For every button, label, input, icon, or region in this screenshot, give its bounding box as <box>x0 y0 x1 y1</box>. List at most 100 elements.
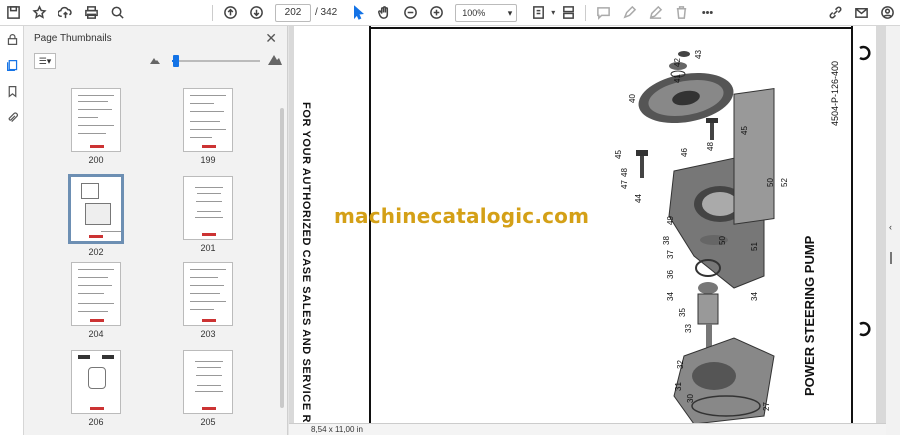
next-page-icon[interactable] <box>243 1 269 25</box>
callout-label: 32 <box>675 360 685 369</box>
divider <box>585 4 587 21</box>
thumbnail-image <box>183 176 233 240</box>
callout-label: 42 <box>672 58 682 67</box>
small-thumbnail-icon <box>150 58 160 64</box>
callout-label: 36 <box>665 270 675 279</box>
upload-cloud-icon[interactable] <box>52 1 78 25</box>
thumbnail-page[interactable]: 203 <box>178 262 238 339</box>
callout-label: 35 <box>677 308 687 317</box>
callout-label: 41 <box>672 74 682 83</box>
callout-label: 34 <box>749 292 759 301</box>
thumbnail-image <box>68 174 124 244</box>
callout-label: 31 <box>673 382 683 391</box>
attachments-icon[interactable] <box>0 104 24 130</box>
thumbnail-label: 206 <box>88 417 104 427</box>
thumbnail-page-selected[interactable]: 202 <box>66 174 126 257</box>
save-icon[interactable] <box>0 1 26 25</box>
thumbnail-label: 202 <box>88 247 104 257</box>
lock-icon[interactable] <box>0 26 24 52</box>
thumbnail-page[interactable]: 201 <box>178 176 238 253</box>
callout-label: 45 <box>613 150 623 159</box>
thumbnail-scrollbar[interactable] <box>278 76 286 435</box>
mail-icon[interactable] <box>848 1 874 25</box>
comment-icon[interactable] <box>590 1 616 25</box>
watermark-text: machinecatalogic.com <box>334 204 590 228</box>
callout-label: 52 <box>779 178 789 187</box>
more-icon[interactable] <box>694 1 720 25</box>
callout-label: 47 <box>619 180 629 189</box>
thumbnail-page[interactable]: 204 <box>66 262 126 339</box>
thumbnail-label: 200 <box>88 155 104 165</box>
thumbnail-image <box>71 262 121 326</box>
bookmark-star-icon[interactable] <box>26 1 52 25</box>
share-link-icon[interactable] <box>822 1 848 25</box>
account-icon[interactable] <box>874 1 900 25</box>
thumbnail-label: 204 <box>88 329 104 339</box>
callout-label: 45 <box>739 126 749 135</box>
callout-label: 40 <box>627 94 637 103</box>
callout-label: 48 <box>705 142 715 151</box>
zoom-in-icon[interactable] <box>423 1 449 25</box>
bookmarks-icon[interactable] <box>0 78 24 104</box>
zoom-level-select[interactable]: 100% <box>455 3 518 22</box>
slider-handle[interactable] <box>173 55 180 67</box>
thumbnail-image <box>183 350 233 414</box>
large-thumbnail-icon <box>268 55 282 65</box>
delete-icon[interactable] <box>668 1 694 25</box>
page-number-input[interactable]: 202 <box>275 3 311 22</box>
document-viewer[interactable]: FOR YOUR AUTHORIZED CASE SALES AND SERVI… <box>289 26 900 435</box>
thumbnail-label: 203 <box>200 329 216 339</box>
thumbnail-image <box>71 88 121 152</box>
hand-pan-icon[interactable] <box>371 1 397 25</box>
thumbnail-page[interactable]: 199 <box>178 88 238 165</box>
callout-label: 48 <box>619 168 629 177</box>
callout-label: 27 <box>761 402 771 411</box>
thumbnail-label: 201 <box>200 243 216 253</box>
thumbnails-panel: Page Thumbnails ✕ ☰▾ 200 199 202 201 204… <box>24 26 288 435</box>
part-title: POWER STEERING PUMP <box>802 235 817 396</box>
page-thumbnails-icon[interactable] <box>0 52 24 78</box>
zoom-out-icon[interactable] <box>397 1 423 25</box>
thumbnail-page[interactable]: 206 <box>66 350 126 427</box>
callout-label: 49 <box>665 216 675 225</box>
draw-icon[interactable] <box>642 1 668 25</box>
thumbnail-image <box>183 262 233 326</box>
callout-label: 38 <box>661 236 671 245</box>
thumbnail-label: 199 <box>200 155 216 165</box>
scroll-mode-icon[interactable] <box>555 1 581 25</box>
highlight-pen-icon[interactable] <box>616 1 642 25</box>
close-icon[interactable]: ✕ <box>265 30 277 47</box>
splitter-handle[interactable] <box>890 252 892 264</box>
callout-label: 50 <box>717 236 727 245</box>
document-page: FOR YOUR AUTHORIZED CASE SALES AND SERVI… <box>294 26 876 424</box>
scrollbar-thumb[interactable] <box>280 108 284 408</box>
previous-page-icon[interactable] <box>217 1 243 25</box>
select-cursor-icon[interactable] <box>345 1 371 25</box>
panel-tools: ☰▾ <box>24 50 287 72</box>
callout-label: 33 <box>683 324 693 333</box>
divider <box>212 4 213 21</box>
thumbnail-grid: 200 199 202 201 204 203 206 205 <box>24 84 278 435</box>
thumbnail-size-slider[interactable] <box>172 55 260 67</box>
chevron-left-icon[interactable]: ‹ <box>889 222 892 232</box>
thumbnail-image <box>71 350 121 414</box>
callout-label: 30 <box>685 394 695 403</box>
callout-label: 43 <box>693 50 703 59</box>
left-rail <box>0 26 24 435</box>
callout-label: 34 <box>665 292 675 301</box>
thumbnail-options-icon[interactable]: ☰▾ <box>34 53 56 69</box>
thumbnail-image <box>183 88 233 152</box>
thumbnail-page[interactable]: 200 <box>66 88 126 165</box>
toolbar: 202 / 342 100% ▾ <box>0 0 900 26</box>
right-panel-toggle[interactable]: ‹ <box>886 26 900 435</box>
thumbnail-page[interactable]: 205 <box>178 350 238 427</box>
callout-label: 44 <box>633 194 643 203</box>
page-size-label: 8,54 x 11,00 in <box>289 423 889 435</box>
zoom-search-icon[interactable] <box>104 1 130 25</box>
print-icon[interactable] <box>78 1 104 25</box>
page-total: / 342 <box>315 7 338 18</box>
page-fit-icon[interactable] <box>525 1 551 25</box>
panel-title: Page Thumbnails <box>34 32 112 44</box>
callout-label: 51 <box>749 242 759 251</box>
part-code: 4504-P-126-400 <box>830 60 840 126</box>
